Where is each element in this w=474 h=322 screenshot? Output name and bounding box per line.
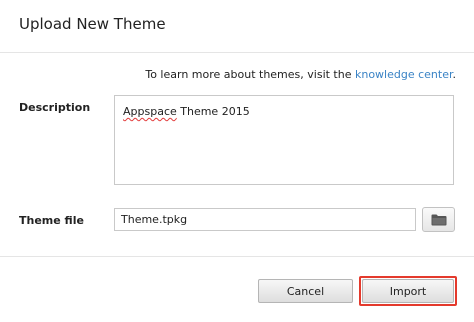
info-prefix: To learn more about themes, visit the — [145, 68, 355, 81]
knowledge-center-link[interactable]: knowledge center — [355, 68, 453, 81]
theme-file-input[interactable]: Theme.tpkg — [114, 208, 416, 231]
description-value-word1: Appspace — [123, 105, 177, 118]
folder-icon — [431, 214, 446, 225]
description-value-rest: Theme 2015 — [176, 105, 250, 118]
dialog-header: Upload New Theme — [0, 0, 474, 53]
cancel-button[interactable]: Cancel — [258, 279, 353, 303]
dialog-title: Upload New Theme — [19, 15, 166, 33]
description-textarea[interactable]: Appspace Theme 2015 — [114, 95, 454, 185]
footer-divider — [0, 256, 474, 257]
info-text: To learn more about themes, visit the kn… — [145, 68, 456, 81]
theme-file-label: Theme file — [19, 214, 84, 227]
description-label: Description — [19, 101, 91, 114]
info-suffix: . — [452, 68, 457, 81]
upload-theme-dialog: Upload New Theme To learn more about the… — [0, 0, 474, 322]
import-highlight-box — [359, 276, 457, 306]
browse-file-button[interactable] — [422, 207, 455, 232]
